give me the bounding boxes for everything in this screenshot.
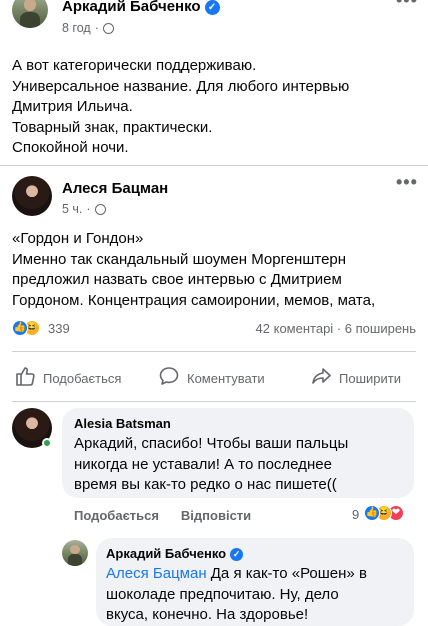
post1-text: А вот категорически поддерживаю. Универс… bbox=[12, 57, 350, 156]
post1-header: Аркадий Бабченко ✓ 8 год · bbox=[12, 0, 416, 40]
post1-author-name[interactable]: Аркадий Бабченко ✓ bbox=[62, 0, 220, 15]
shares-count: 6 поширень bbox=[344, 321, 416, 336]
comment-label: Коментувати bbox=[187, 370, 265, 386]
share-label: Поширити bbox=[339, 370, 401, 386]
post2-text: «Гордон и Гондон» Именно так скандальный… bbox=[12, 230, 376, 309]
post2-author-avatar[interactable] bbox=[12, 176, 52, 216]
share-button[interactable]: Поширити bbox=[310, 366, 401, 390]
share-icon bbox=[310, 365, 332, 392]
globe-icon bbox=[102, 22, 114, 34]
post1-author-label: Аркадий Бабченко bbox=[62, 0, 201, 15]
verified-icon: ✓ bbox=[230, 548, 244, 562]
globe-icon bbox=[94, 203, 106, 215]
reply1-avatar[interactable] bbox=[62, 540, 88, 566]
reactions-summary[interactable]: 👍 😆 339 42 коментарі · 6 поширень bbox=[12, 318, 416, 340]
reply1-author-label: Аркадий Бабченко bbox=[106, 546, 227, 561]
comments-divider bbox=[12, 401, 416, 402]
comment1-reply-button[interactable]: Відповісти bbox=[181, 508, 251, 523]
comment1-like-button[interactable]: Подобається bbox=[74, 508, 159, 523]
post-divider bbox=[0, 165, 428, 166]
post2-more-icon[interactable]: ••• bbox=[396, 172, 418, 193]
post2-time[interactable]: 5 ч. bbox=[62, 202, 82, 216]
reactions-count: 339 bbox=[48, 321, 70, 336]
comment1-text: Аркадий, спасибо! Чтобы ваши пальцы нико… bbox=[74, 435, 349, 493]
online-status-dot bbox=[42, 438, 52, 448]
reply1-text: Алеся Бацман Да я как-то «Рошен» в шокол… bbox=[106, 564, 410, 626]
comment1-author[interactable]: Alesia Batsman bbox=[74, 416, 171, 431]
comments-shares-count[interactable]: 42 коментарі · 6 поширень bbox=[256, 321, 416, 336]
actions-divider bbox=[12, 351, 416, 352]
comment-button[interactable]: Коментувати bbox=[158, 366, 265, 390]
comment1-bubble: Alesia Batsman Аркадий, спасибо! Чтобы в… bbox=[62, 408, 414, 498]
post1-meta: 8 год · bbox=[62, 21, 114, 35]
like-reaction-icon: 👍 bbox=[364, 505, 380, 521]
stats-separator: · bbox=[336, 321, 342, 336]
post1-author-avatar[interactable] bbox=[12, 0, 48, 28]
post1-time[interactable]: 8 год bbox=[62, 21, 91, 35]
comment-icon bbox=[158, 365, 180, 392]
post2-meta: 5 ч. · bbox=[62, 202, 106, 216]
post2-author-name[interactable]: Алеся Бацман bbox=[62, 180, 168, 197]
post1-more-icon[interactable]: ••• bbox=[396, 0, 418, 11]
like-reaction-icon: 👍 bbox=[12, 320, 28, 336]
reply1-mention-link[interactable]: Алеся Бацман bbox=[106, 565, 207, 582]
reply1-author[interactable]: Аркадий Бабченко ✓ bbox=[106, 546, 244, 562]
comments-count: 42 коментарі bbox=[255, 321, 334, 336]
comment1-reaction-count: 9 bbox=[352, 507, 360, 522]
thumbs-up-icon bbox=[14, 365, 36, 392]
reply1-text-line1: Да я как-то «Рошен» в bbox=[206, 565, 367, 582]
like-label: Подобається bbox=[43, 370, 122, 386]
reply1-bubble: Аркадий Бабченко ✓ Алеся Бацман Да я как-… bbox=[96, 538, 414, 626]
reply1-text-rest: шоколаде предпочитаю. Ну, дело вкуса, ко… bbox=[106, 585, 339, 624]
verified-icon: ✓ bbox=[204, 0, 220, 15]
comment1-reactions[interactable]: 9 👍 😆 ❤ bbox=[352, 505, 422, 525]
comment1-actions: Подобається Відповісти bbox=[74, 508, 251, 523]
like-button[interactable]: Подобається bbox=[14, 366, 121, 390]
